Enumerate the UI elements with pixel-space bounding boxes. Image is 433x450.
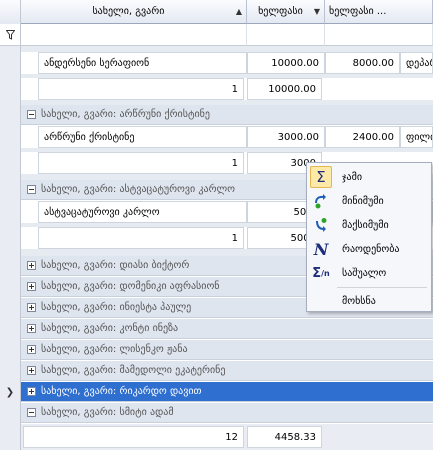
count-icon: N <box>313 239 329 259</box>
group-row-label: სახელი, გვარი: ლისენკო ჟანა <box>41 344 188 355</box>
group-summary-count: 1 <box>38 227 244 249</box>
filter-cell-name[interactable] <box>21 24 247 46</box>
current-row-indicator[interactable]: ❯ <box>0 382 21 403</box>
group-row-label: სახელი, გვარი: რიკარდო დავით <box>41 386 202 397</box>
group-row-label: სახელი, გვარი: დიასი ბიქტორ <box>41 260 190 271</box>
column-header-salary[interactable]: ხელფასი ▼ <box>247 0 325 24</box>
filter-row-indicator[interactable] <box>0 24 21 46</box>
column-header-name[interactable]: სახელი, გვარი ▲ <box>21 0 247 24</box>
menu-item-average[interactable]: Σ/n საშუალო <box>307 261 431 285</box>
group-summary-count: 1 <box>38 78 244 100</box>
cell-extra[interactable]: ფილი <box>400 126 433 148</box>
group-row-label: სახელი, გვარი: სმიტი ადამ <box>41 407 174 418</box>
summary-context-menu: Σ ჯამი მინიმუმი მაქსიმუმი N რაოდენობა Σ /… <box>306 162 432 312</box>
average-icon: Σ/n <box>312 265 330 281</box>
cell-salary2[interactable]: 8000.00 <box>325 52 400 74</box>
expand-icon[interactable] <box>27 366 36 375</box>
expand-icon[interactable] <box>27 387 36 396</box>
group-summary-count: 1 <box>38 152 244 174</box>
menu-item-label: მოხსნა <box>342 295 376 307</box>
cell-salary[interactable]: 10000.00 <box>247 52 325 74</box>
column-header-salary-label: ხელფასი <box>258 6 303 17</box>
collapse-icon[interactable] <box>27 408 36 417</box>
expand-icon[interactable] <box>27 324 36 333</box>
group-row-label: სახელი, გვარი: კონტი ინეზა <box>41 323 179 334</box>
menu-item-count[interactable]: N რაოდენობა <box>307 237 431 261</box>
group-row-label: სახელი, გვარი: დომენიკი აფრასიონ <box>41 281 220 292</box>
footer-indicator <box>0 424 21 450</box>
menu-item-label: მაქსიმუმი <box>342 219 389 231</box>
header-corner <box>0 0 21 24</box>
expand-icon[interactable] <box>27 261 36 270</box>
group-row-label: სახელი, გვარი: ასტვაცატუროვი კარლო <box>41 184 236 195</box>
column-header-salary2-label: ხელფასი ... <box>329 6 387 17</box>
menu-item-label: ჯამი <box>342 171 363 183</box>
menu-separator <box>337 287 427 288</box>
cell-salary2[interactable]: 2400.00 <box>325 126 400 148</box>
sort-descending-icon[interactable]: ▼ <box>314 7 320 16</box>
minimum-icon <box>310 190 332 212</box>
menu-item-sum[interactable]: Σ ჯამი <box>307 165 431 189</box>
sort-ascending-icon[interactable]: ▲ <box>236 7 242 16</box>
cell-name[interactable]: არწრუნი ქრისტინე <box>38 126 247 148</box>
group-row[interactable]: სახელი, გვარი: კონტი ინეზა <box>21 319 433 339</box>
column-header-name-label: სახელი, გვარი <box>92 6 165 17</box>
menu-item-label: საშუალო <box>342 267 387 279</box>
column-header-salary2[interactable]: ხელფასი ... <box>325 0 433 24</box>
filter-cell-salary2[interactable] <box>325 24 433 46</box>
cell-extra[interactable]: დეპარ <box>400 52 433 74</box>
menu-item-max[interactable]: მაქსიმუმი <box>307 213 431 237</box>
collapse-icon[interactable] <box>27 110 36 119</box>
group-row[interactable]: სახელი, გვარი: არწრუნი ქრისტინე <box>21 105 433 125</box>
menu-item-remove[interactable]: მოხსნა <box>307 289 431 313</box>
menu-item-label: რაოდენობა <box>342 243 400 255</box>
expand-icon[interactable] <box>27 282 36 291</box>
cell-salary[interactable]: 3000.00 <box>247 126 325 148</box>
group-row-label: სახელი, გვარი: არწრუნი ქრისტინე <box>41 109 210 120</box>
total-summary-count: 12 <box>23 426 244 448</box>
data-grid: სახელი, გვარი ▲ ხელფასი ▼ ხელფასი ... ან… <box>0 0 433 450</box>
current-row-arrow-icon: ❯ <box>5 387 15 398</box>
cell-name[interactable]: ასტვაცატუროვი კარლო <box>38 201 247 223</box>
menu-item-label: მინიმუმი <box>342 195 384 207</box>
maximum-icon <box>310 214 332 236</box>
menu-item-min[interactable]: მინიმუმი <box>307 189 431 213</box>
sigma-icon: Σ <box>310 166 332 188</box>
expand-icon[interactable] <box>27 303 36 312</box>
expand-icon[interactable] <box>27 345 36 354</box>
collapse-icon[interactable] <box>27 185 36 194</box>
group-row-label: სახელი, გვარი: ინიესტა პაულე <box>41 302 192 313</box>
filter-cell-salary[interactable] <box>247 24 325 46</box>
total-summary-sum: 4458.33 <box>247 426 322 448</box>
cell-name[interactable]: ანდერსენი სერაფიონ <box>38 52 247 74</box>
group-row[interactable]: სახელი, გვარი: ლისენკო ჟანა <box>21 340 433 360</box>
group-row-label: სახელი, გვარი: მამედოლი ეკატერინე <box>41 365 226 376</box>
group-row[interactable]: სახელი, გვარი: სმიტი ადამ <box>21 403 433 423</box>
group-row-selected[interactable]: სახელი, გვარი: რიკარდო დავით <box>21 382 433 402</box>
funnel-icon[interactable] <box>5 29 15 40</box>
group-row[interactable]: სახელი, გვარი: მამედოლი ეკატერინე <box>21 361 433 381</box>
group-summary-sum: 10000.00 <box>247 78 322 100</box>
